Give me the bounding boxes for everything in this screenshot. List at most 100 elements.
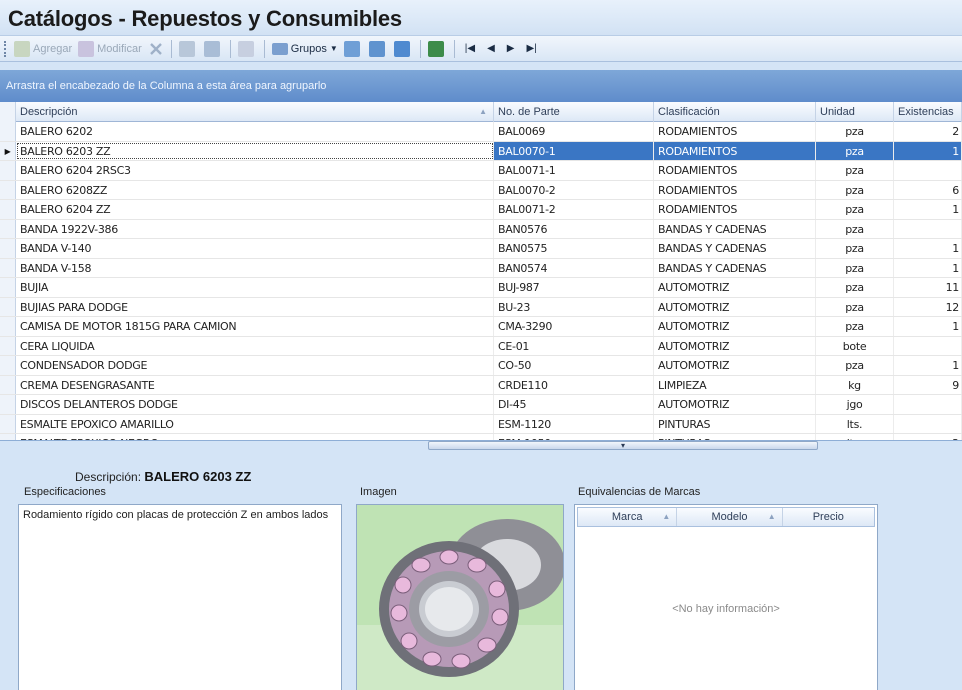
columns-button[interactable] (341, 38, 366, 60)
eq-column-marca[interactable]: Marca ▲ (578, 508, 678, 526)
cell-no-parte[interactable]: BUJ-987 (494, 278, 654, 297)
cell-existencias[interactable] (894, 219, 962, 238)
cell-no-parte[interactable]: CO-50 (494, 356, 654, 375)
table-row[interactable]: BALERO 6204 2RSC3 BAL0071-1 RODAMIENTOS pza (0, 161, 962, 181)
row-indicator[interactable] (0, 278, 16, 297)
cell-unidad[interactable]: pza (816, 297, 894, 316)
row-indicator[interactable] (0, 258, 16, 277)
cell-no-parte[interactable]: CRDE110 (494, 375, 654, 394)
table-row[interactable]: CAMISA DE MOTOR 1815G PARA CAMION CMA-329… (0, 317, 962, 337)
cell-descripcion[interactable]: ESMALTE EPOXICO AMARILLO (16, 414, 494, 433)
row-indicator[interactable] (0, 180, 16, 199)
cell-no-parte[interactable]: BAL0069 (494, 122, 654, 141)
cell-clasificacion[interactable]: RODAMIENTOS (654, 200, 816, 219)
print-button[interactable] (176, 38, 201, 60)
cell-descripcion[interactable]: CONDENSADOR DODGE (16, 356, 494, 375)
cell-clasificacion[interactable]: AUTOMOTRIZ (654, 395, 816, 414)
cell-descripcion[interactable]: BALERO 6204 2RSC3 (16, 161, 494, 180)
refresh-button[interactable] (425, 38, 450, 60)
toolbar-grip[interactable] (4, 40, 7, 57)
cell-descripcion[interactable]: CREMA DESENGRASANTE (16, 375, 494, 394)
delete-button[interactable] (145, 38, 167, 60)
cell-clasificacion[interactable]: BANDAS Y CADENAS (654, 258, 816, 277)
cell-existencias[interactable]: 1 (894, 200, 962, 219)
cell-descripcion[interactable]: BALERO 6203 ZZ (16, 141, 494, 160)
cell-existencias[interactable] (894, 395, 962, 414)
row-indicator[interactable]: ▶ (0, 141, 16, 160)
add-button[interactable]: Agregar (11, 38, 75, 60)
row-indicator[interactable] (0, 356, 16, 375)
cell-descripcion[interactable]: BANDA V-140 (16, 239, 494, 258)
row-indicator[interactable] (0, 219, 16, 238)
cell-no-parte[interactable]: BAL0071-1 (494, 161, 654, 180)
prev-record-icon[interactable]: ◀ (481, 43, 501, 54)
row-indicator[interactable] (0, 434, 16, 440)
edit-button[interactable]: Modificar (75, 38, 145, 60)
row-indicator[interactable] (0, 239, 16, 258)
row-indicator[interactable] (0, 375, 16, 394)
cell-existencias[interactable]: 1 (894, 239, 962, 258)
search-button[interactable] (235, 38, 260, 60)
row-indicator[interactable] (0, 122, 16, 141)
cell-unidad[interactable]: pza (816, 122, 894, 141)
export-button[interactable] (366, 38, 391, 60)
table-row[interactable]: BUJIA BUJ-987 AUTOMOTRIZ pza 11 (0, 278, 962, 298)
cell-no-parte[interactable]: BAN0576 (494, 219, 654, 238)
row-indicator[interactable] (0, 200, 16, 219)
cell-clasificacion[interactable]: AUTOMOTRIZ (654, 317, 816, 336)
table-row[interactable]: CONDENSADOR DODGE CO-50 AUTOMOTRIZ pza 1 (0, 356, 962, 376)
cell-descripcion[interactable]: BALERO 6202 (16, 122, 494, 141)
cell-unidad[interactable]: pza (816, 219, 894, 238)
cell-descripcion[interactable]: BUJIA (16, 278, 494, 297)
row-indicator[interactable] (0, 317, 16, 336)
cell-unidad[interactable]: lts. (816, 414, 894, 433)
cell-descripcion[interactable]: DISCOS DELANTEROS DODGE (16, 395, 494, 414)
table-row[interactable]: BALERO 6202 BAL0069 RODAMIENTOS pza 2 (0, 122, 962, 142)
row-indicator[interactable] (0, 395, 16, 414)
cell-descripcion[interactable]: ESMALTE EPOXICO NEGRO (16, 434, 494, 440)
cell-existencias[interactable]: 1 (894, 258, 962, 277)
cell-existencias[interactable]: 2 (894, 122, 962, 141)
cell-clasificacion[interactable]: AUTOMOTRIZ (654, 336, 816, 355)
cell-clasificacion[interactable]: AUTOMOTRIZ (654, 297, 816, 316)
group-by-area[interactable]: Arrastra el encabezado de la Columna a e… (0, 70, 962, 102)
cell-clasificacion[interactable]: LIMPIEZA (654, 375, 816, 394)
cell-unidad[interactable]: kg (816, 375, 894, 394)
row-indicator[interactable] (0, 297, 16, 316)
cell-existencias[interactable] (894, 161, 962, 180)
table-row[interactable]: DISCOS DELANTEROS DODGE DI-45 AUTOMOTRIZ jg… (0, 395, 962, 415)
cell-clasificacion[interactable]: RODAMIENTOS (654, 180, 816, 199)
cell-unidad[interactable]: pza (816, 161, 894, 180)
column-header-unidad[interactable]: Unidad (816, 102, 894, 122)
cell-existencias[interactable]: 9 (894, 375, 962, 394)
cell-unidad[interactable]: pza (816, 200, 894, 219)
column-header-existencias[interactable]: Existencias (894, 102, 962, 122)
cell-clasificacion[interactable]: AUTOMOTRIZ (654, 278, 816, 297)
row-indicator[interactable] (0, 161, 16, 180)
cell-unidad[interactable]: pza (816, 239, 894, 258)
row-indicator[interactable] (0, 414, 16, 433)
table-row[interactable]: BALERO 6208ZZ BAL0070-2 RODAMIENTOS pza 6 (0, 180, 962, 200)
cell-no-parte[interactable]: ESM-1120 (494, 414, 654, 433)
cell-clasificacion[interactable]: PINTURAS (654, 414, 816, 433)
row-indicator[interactable] (0, 336, 16, 355)
cell-unidad[interactable]: lts. (816, 434, 894, 440)
cell-no-parte[interactable]: DI-45 (494, 395, 654, 414)
splitter-handle[interactable]: ▾ (428, 441, 818, 450)
cell-unidad[interactable]: pza (816, 356, 894, 375)
cell-no-parte[interactable]: BAN0574 (494, 258, 654, 277)
table-row[interactable]: CREMA DESENGRASANTE CRDE110 LIMPIEZA kg 9 (0, 375, 962, 395)
cell-no-parte[interactable]: CE-01 (494, 336, 654, 355)
table-row[interactable]: ESMALTE EPOXICO NEGROESM-1050PINTURASlts… (0, 434, 962, 440)
cell-no-parte[interactable]: BAL0071-2 (494, 200, 654, 219)
table-row[interactable]: BANDA V-158 BAN0574 BANDAS Y CADENAS pza 1 (0, 258, 962, 278)
specs-textarea[interactable]: Rodamiento rígido con placas de protecci… (18, 504, 342, 690)
print-preview-button[interactable] (201, 38, 226, 60)
cell-no-parte[interactable]: BAN0575 (494, 239, 654, 258)
cell-unidad[interactable]: pza (816, 317, 894, 336)
cell-clasificacion[interactable]: BANDAS Y CADENAS (654, 239, 816, 258)
table-row[interactable]: BANDA 1922V-386 BAN0576 BANDAS Y CADENAS pz… (0, 219, 962, 239)
cell-existencias[interactable]: 2 (894, 434, 962, 440)
cell-existencias[interactable]: 1 (894, 141, 962, 160)
cell-existencias[interactable] (894, 336, 962, 355)
